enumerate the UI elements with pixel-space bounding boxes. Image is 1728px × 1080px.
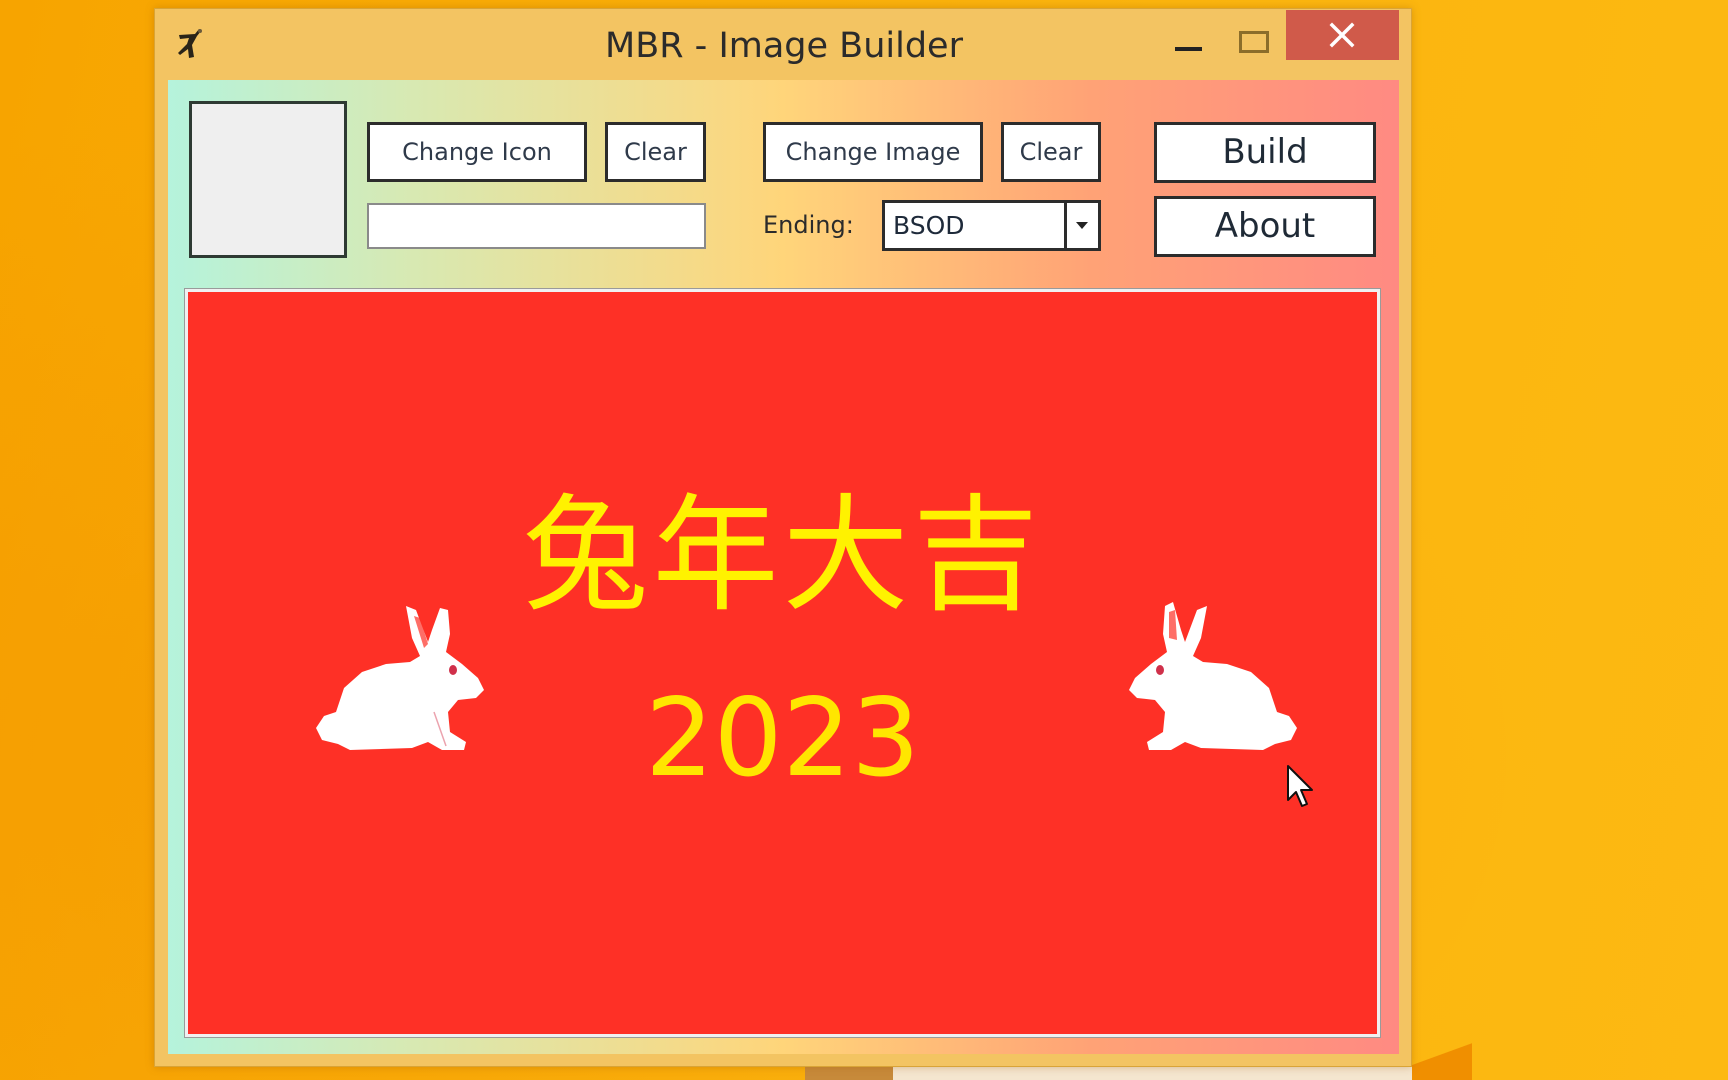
title-bar[interactable]: MBR - Image Builder <box>155 9 1411 80</box>
maximize-button[interactable] <box>1231 19 1293 67</box>
ending-select-value: BSOD <box>893 211 965 240</box>
ending-select[interactable]: BSOD <box>882 200 1101 251</box>
about-button[interactable]: About <box>1154 196 1376 257</box>
client-area: Change Icon Clear Change Image Clear End… <box>168 80 1399 1054</box>
desktop-shadow <box>1412 1040 1472 1080</box>
clear-image-button[interactable]: Clear <box>1001 122 1101 182</box>
change-icon-button[interactable]: Change Icon <box>367 122 587 182</box>
app-window: MBR - Image Builder Change Icon Clear Ch… <box>154 8 1412 1067</box>
close-button[interactable] <box>1286 10 1399 60</box>
ending-label: Ending: <box>763 211 854 239</box>
icon-path-input[interactable] <box>367 203 706 249</box>
clear-icon-button[interactable]: Clear <box>605 122 706 182</box>
mouse-cursor-icon <box>1287 765 1313 807</box>
rabbit-icon <box>1129 602 1297 750</box>
image-preview: 兔年大吉 2023 <box>184 288 1381 1038</box>
desktop-object <box>893 1067 1433 1080</box>
rabbit-icon <box>316 606 484 750</box>
close-icon <box>1329 22 1355 48</box>
minimize-button[interactable] <box>1167 19 1229 67</box>
icon-preview <box>189 101 347 258</box>
build-button[interactable]: Build <box>1154 122 1376 183</box>
maximize-icon <box>1239 31 1269 53</box>
desktop-object <box>805 1067 895 1080</box>
change-image-button[interactable]: Change Image <box>763 122 983 182</box>
minimize-icon <box>1175 47 1202 51</box>
dropdown-button[interactable] <box>1064 203 1098 248</box>
chevron-down-icon <box>1076 222 1088 229</box>
